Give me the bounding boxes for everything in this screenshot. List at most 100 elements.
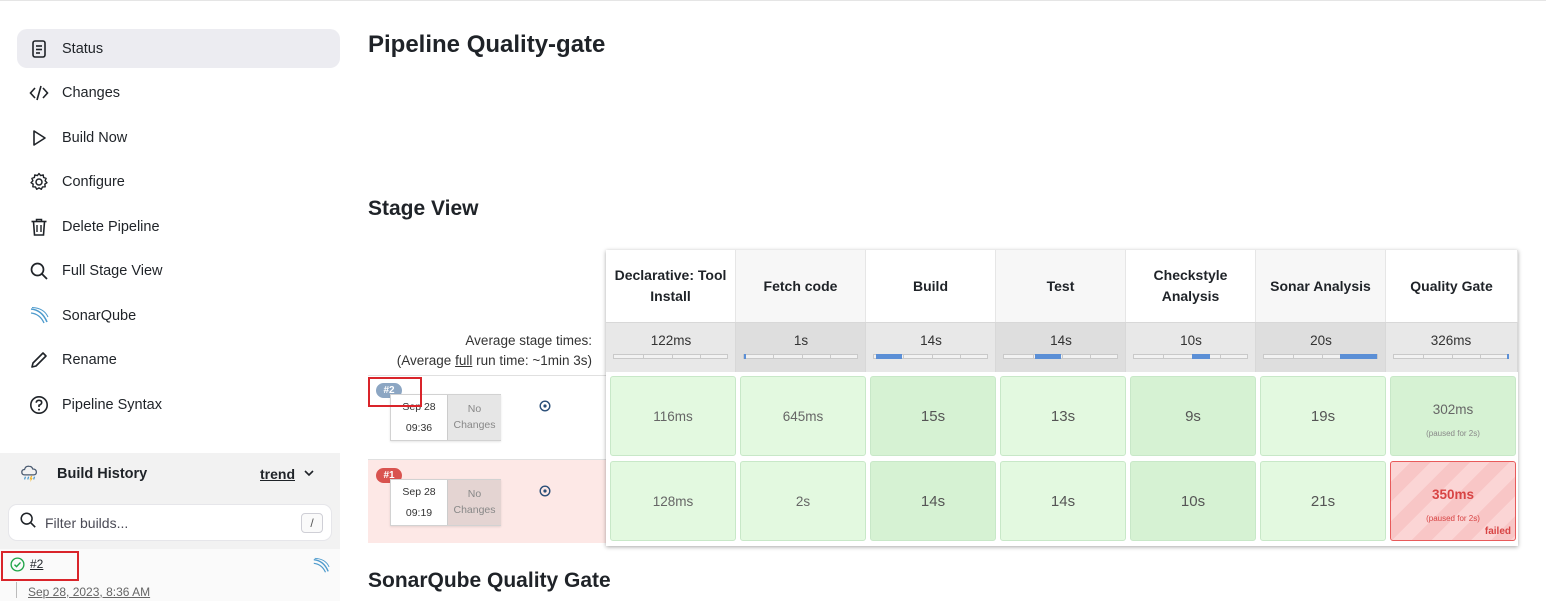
sidebar-item-sonarqube[interactable]: SonarQube xyxy=(17,296,340,335)
avg-label-line2: (Average full run time: ~1min 3s) xyxy=(396,353,592,368)
sidebar-item-label: SonarQube xyxy=(62,307,137,324)
sidebar-item-label: Changes xyxy=(62,85,121,101)
sidebar-item-delete-pipeline[interactable]: Delete Pipeline xyxy=(17,207,340,246)
paused-note: (paused for 2s) xyxy=(1426,429,1480,438)
download-icon[interactable] xyxy=(539,484,551,502)
stage-cell[interactable]: 21s xyxy=(1260,461,1386,541)
stage-average-bar-fill xyxy=(876,354,902,359)
bar-tick xyxy=(1293,355,1294,358)
pencil-icon xyxy=(29,350,49,370)
stage-header: Checkstyle Analysis xyxy=(1126,250,1256,322)
sidebar-nav: Status Changes Build Now Configure Delet… xyxy=(17,29,340,430)
sidebar-item-label: Configure xyxy=(62,174,125,190)
stage-cell[interactable]: 14s xyxy=(870,461,996,541)
stage-average-time: 326ms xyxy=(1430,333,1472,348)
stage-average-cell: 326ms xyxy=(1386,322,1518,372)
stage-cell[interactable]: 645ms xyxy=(740,376,866,456)
stage-duration: 302ms xyxy=(1432,402,1474,417)
stage-duration: 14s xyxy=(1050,492,1076,510)
bar-tick xyxy=(1163,355,1164,358)
sidebar-item-pipeline-syntax[interactable]: Pipeline Syntax xyxy=(17,385,340,424)
filter-builds-field[interactable]: / xyxy=(8,504,332,541)
stage-average-time: 14s xyxy=(920,333,942,348)
stage-average-cell: 20s xyxy=(1256,322,1386,372)
page-title: Pipeline Quality-gate xyxy=(368,31,606,58)
stage-average-bar-fill xyxy=(1192,354,1210,359)
trend-label: trend xyxy=(260,466,295,482)
bar-tick xyxy=(643,355,644,358)
stage-cell[interactable]: 302ms (paused for 2s) xyxy=(1390,376,1516,456)
sidebar-item-build-now[interactable]: Build Now xyxy=(17,118,340,157)
build-date-box: Sep 28 09:19 No Changes xyxy=(390,479,501,526)
stage-duration: 128ms xyxy=(652,493,694,509)
stage-cell[interactable]: 9s xyxy=(1130,376,1256,456)
stage-average-bar xyxy=(873,354,988,359)
sonarqube-icon[interactable] xyxy=(312,557,330,580)
bar-tick xyxy=(1480,355,1481,358)
stage-header: Build xyxy=(866,250,996,322)
full-run-link[interactable]: full xyxy=(455,353,472,368)
chevron-down-icon xyxy=(303,466,315,482)
timeline-line xyxy=(16,582,17,598)
stage-average-bar-fill xyxy=(744,354,746,359)
bar-tick xyxy=(700,355,701,358)
sidebar-item-label: Delete Pipeline xyxy=(62,218,160,235)
stage-average-cell: 14s xyxy=(866,322,996,372)
stage-cell[interactable]: 128ms xyxy=(610,461,736,541)
stage-duration: 9s xyxy=(1185,407,1201,425)
sidebar-item-label: Rename xyxy=(62,352,117,368)
bar-tick xyxy=(1033,355,1034,358)
failed-status-label: failed xyxy=(1484,526,1511,537)
play-icon xyxy=(29,128,49,148)
search-icon xyxy=(19,511,37,534)
stage-average-cell: 122ms xyxy=(606,322,736,372)
stage-cell[interactable]: 2s xyxy=(740,461,866,541)
sidebar-item-full-stage-view[interactable]: Full Stage View xyxy=(17,252,340,291)
stage-cell[interactable]: 19s xyxy=(1260,376,1386,456)
stage-duration: 15s xyxy=(920,407,946,425)
sidebar-item-status[interactable]: Status xyxy=(17,29,340,68)
stage-duration: 350ms xyxy=(1431,487,1475,502)
stage-cell[interactable]: 14s xyxy=(1000,461,1126,541)
stage-average-bar xyxy=(743,354,858,359)
filter-builds-input[interactable] xyxy=(45,514,285,531)
stage-average-bar xyxy=(1133,354,1248,359)
stage-duration: 2s xyxy=(795,493,811,509)
sonarqube-quality-gate-heading: SonarQube Quality Gate xyxy=(368,569,611,592)
stage-duration: 645ms xyxy=(782,408,824,424)
trend-link[interactable]: trend xyxy=(260,466,315,482)
stage-duration: 21s xyxy=(1310,492,1336,510)
bar-tick xyxy=(1423,355,1424,358)
stage-average-bar-fill xyxy=(1340,354,1377,359)
build-date-link[interactable]: Sep 28, 2023, 8:36 AM xyxy=(28,585,150,599)
bar-tick xyxy=(1220,355,1221,358)
stage-cell[interactable]: 13s xyxy=(1000,376,1126,456)
bar-tick xyxy=(773,355,774,358)
stage-header: Declarative: Tool Install xyxy=(606,250,736,322)
stage-cell[interactable]: 116ms xyxy=(610,376,736,456)
bar-tick xyxy=(932,355,933,358)
weather-icon xyxy=(20,464,40,484)
stage-header: Fetch code xyxy=(736,250,866,322)
bar-tick xyxy=(1322,355,1323,358)
bar-tick xyxy=(672,355,673,358)
paused-note: (paused for 2s) xyxy=(1426,514,1480,523)
keyboard-shortcut-hint: / xyxy=(301,513,323,533)
no-changes-label: No Changes xyxy=(447,480,501,525)
stage-duration: 19s xyxy=(1310,407,1336,425)
bar-tick xyxy=(1062,355,1063,358)
download-icon[interactable] xyxy=(539,399,551,417)
stage-cell-failed[interactable]: 350ms (paused for 2s) failed xyxy=(1390,461,1516,541)
highlight-box xyxy=(1,551,79,581)
sidebar-item-configure[interactable]: Configure xyxy=(17,163,340,202)
avg-label-line1: Average stage times: xyxy=(465,333,592,348)
sidebar-item-rename[interactable]: Rename xyxy=(17,341,340,380)
sidebar-item-changes[interactable]: Changes xyxy=(17,74,340,113)
stage-cell[interactable]: 15s xyxy=(870,376,996,456)
build-history-header: Build History trend xyxy=(20,462,330,486)
stage-cell[interactable]: 10s xyxy=(1130,461,1256,541)
bar-tick xyxy=(802,355,803,358)
bar-tick xyxy=(903,355,904,358)
stage-view-table: Declarative: Tool Install Fetch code Bui… xyxy=(606,250,1518,546)
stage-average-bar xyxy=(613,354,728,359)
